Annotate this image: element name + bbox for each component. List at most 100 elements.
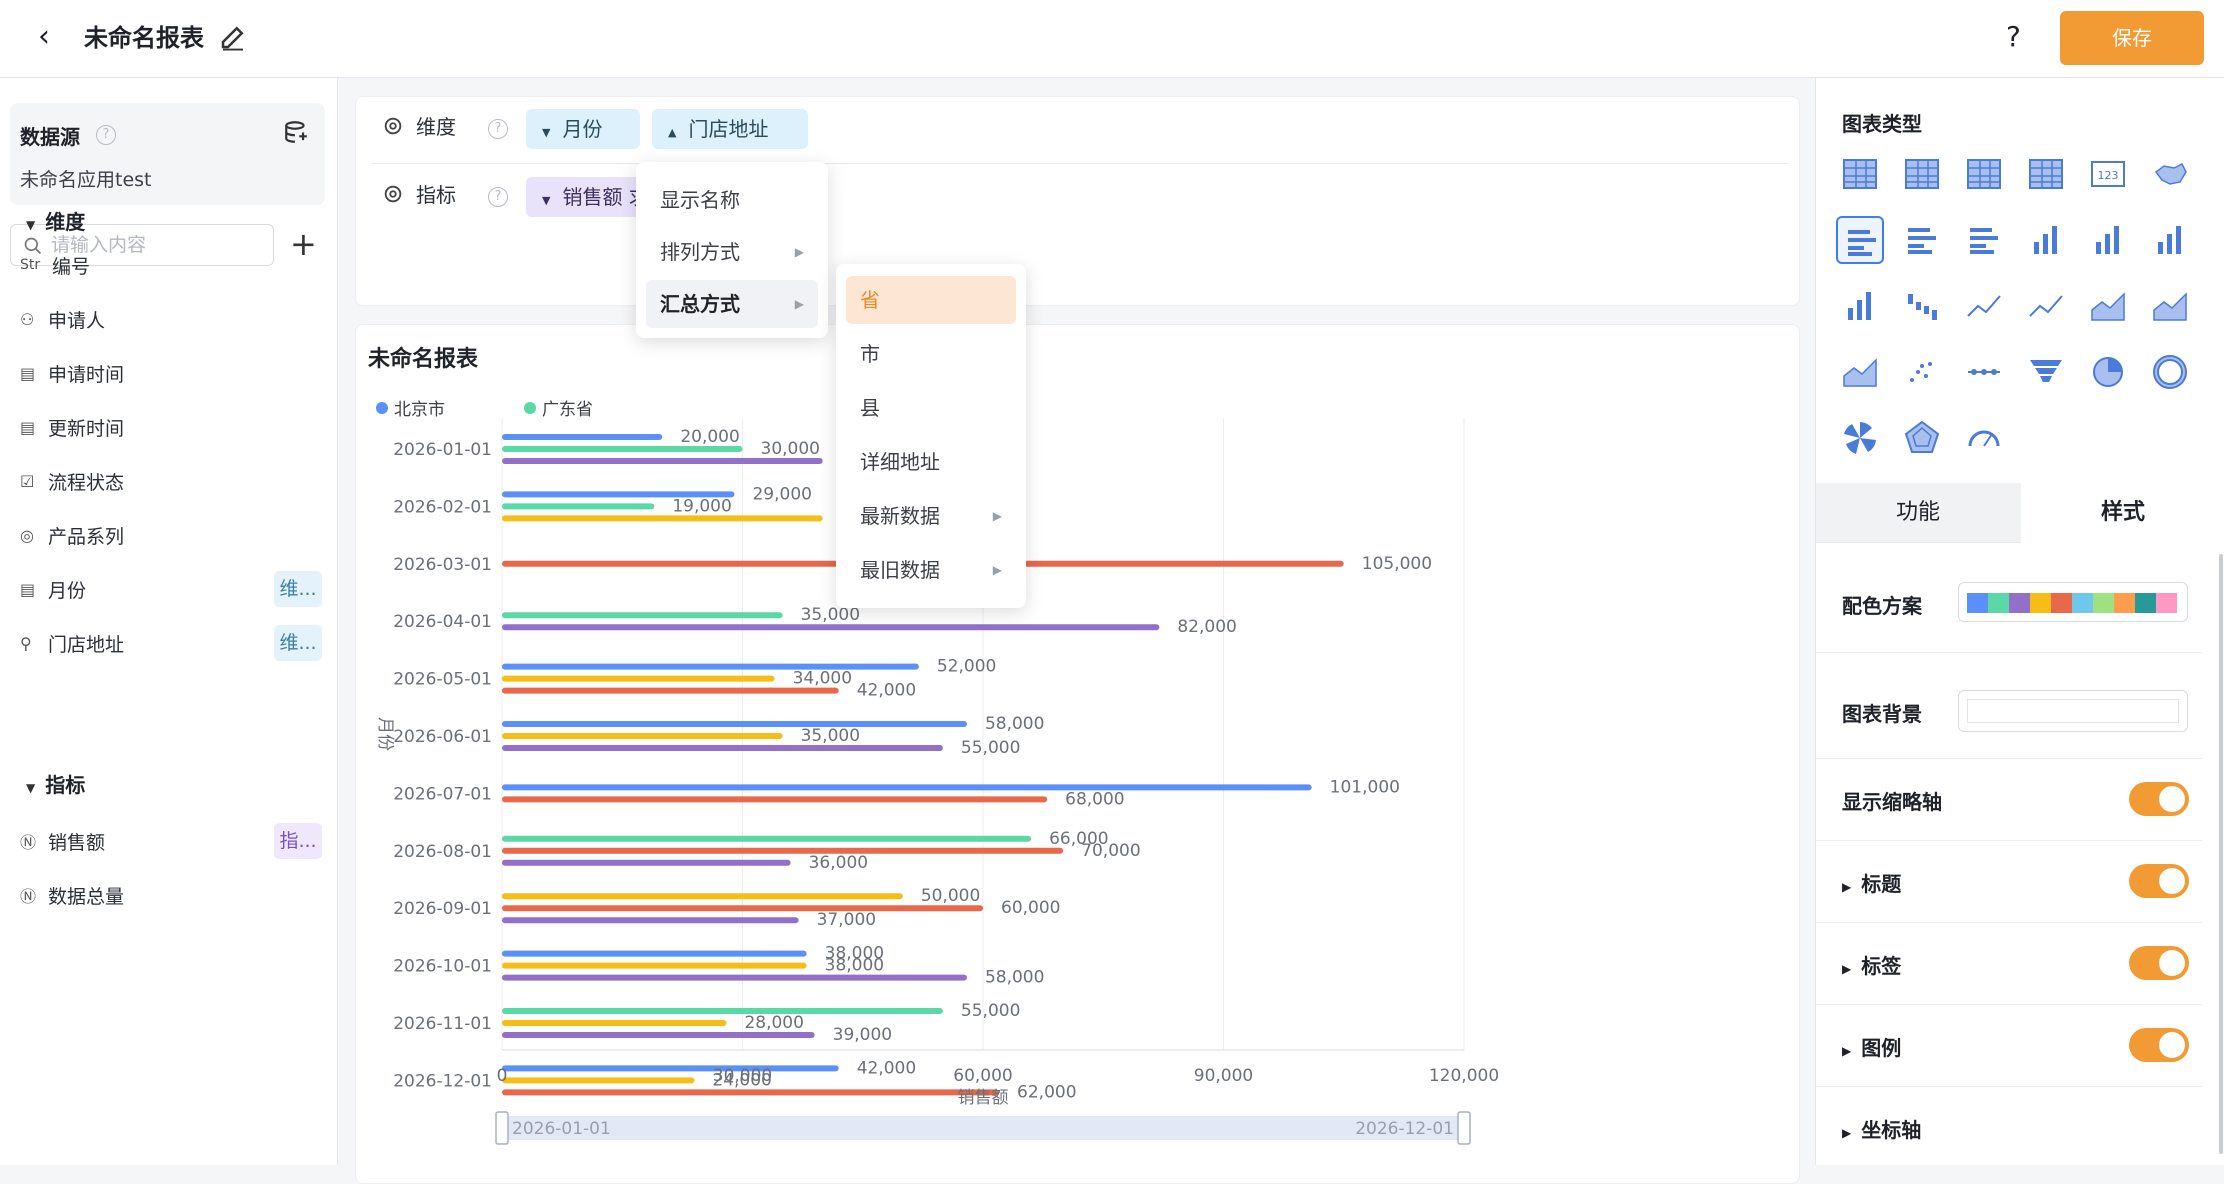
detail-table-icon[interactable] (1898, 150, 1946, 198)
card-icon[interactable] (2022, 150, 2070, 198)
bar[interactable] (502, 950, 807, 957)
menu-item-province[interactable]: 省 (846, 276, 1016, 324)
area-icon[interactable] (2084, 282, 2132, 330)
gauge-icon[interactable] (1960, 414, 2008, 462)
bar[interactable] (502, 784, 1312, 791)
pie-icon[interactable] (2084, 348, 2132, 396)
dimension-field[interactable]: ☑ 流程状态 (20, 466, 124, 496)
bar[interactable] (502, 675, 775, 682)
bar[interactable] (502, 905, 983, 912)
menu-item-detail-address[interactable]: 详细地址 (846, 438, 1016, 486)
indicator-section-header[interactable]: ▼ 指标 (26, 769, 85, 798)
bar[interactable] (502, 974, 967, 981)
rose-icon[interactable] (1836, 414, 1884, 462)
bar[interactable] (502, 1020, 727, 1026)
radar-icon[interactable] (1898, 414, 1946, 462)
bar[interactable] (502, 434, 663, 440)
bar[interactable] (502, 962, 807, 969)
bar[interactable] (502, 835, 1032, 842)
horizontal-bar-icon[interactable] (1836, 216, 1884, 264)
scatter-icon[interactable] (1898, 348, 1946, 396)
menu-item-county[interactable]: 县 (846, 384, 1016, 432)
help-icon[interactable]: ? (488, 187, 508, 207)
axis-section[interactable]: ▶ 坐标轴 (1842, 1114, 1921, 1143)
bar[interactable] (502, 847, 1064, 854)
range-slider-start-handle[interactable] (495, 1111, 509, 1145)
back-icon[interactable]: ‹ (38, 20, 72, 54)
percent-column-icon[interactable] (2146, 216, 2194, 264)
database-icon[interactable] (283, 119, 309, 145)
pivot-table-icon[interactable] (1960, 150, 2008, 198)
bar[interactable] (502, 515, 823, 522)
chart-background-input[interactable] (1958, 690, 2188, 732)
stacked-horizontal-bar-icon[interactable] (1898, 216, 1946, 264)
number-card-icon[interactable]: 123 (2084, 150, 2132, 198)
dimension-field[interactable]: ▤ 更新时间 (20, 412, 124, 442)
dimension-pill-store-address[interactable]: ▲ 门店地址 (652, 109, 808, 149)
stacked-area-icon[interactable] (2146, 282, 2194, 330)
bar[interactable] (502, 663, 919, 670)
menu-item-aggregation[interactable]: 汇总方式 ▶ (646, 280, 818, 328)
grouped-column-icon[interactable] (1836, 282, 1884, 330)
bar[interactable] (502, 796, 1048, 803)
tab-style[interactable]: 样式 (2021, 483, 2224, 543)
percent-horizontal-bar-icon[interactable] (1960, 216, 2008, 264)
tab-function[interactable]: 功能 (1816, 483, 2020, 543)
help-icon[interactable]: ? (488, 119, 508, 139)
bar[interactable] (502, 733, 783, 739)
dimension-field[interactable]: ▤ 申请时间 (20, 358, 124, 388)
bar[interactable] (502, 859, 791, 866)
label-section[interactable]: ▶ 标签 (1842, 950, 1901, 979)
menu-item-display-name[interactable]: 显示名称 (646, 176, 818, 224)
scrollbar[interactable] (2219, 554, 2223, 1154)
dimension-section-header[interactable]: ▼ 维度 (26, 206, 85, 235)
indicator-field[interactable]: Ⓝ 销售额 (20, 826, 105, 856)
label-toggle[interactable] (2129, 946, 2189, 980)
bar[interactable] (502, 721, 967, 727)
bar[interactable] (502, 893, 903, 900)
title-section[interactable]: ▶ 标题 (1842, 868, 1901, 897)
table-icon[interactable] (1836, 150, 1884, 198)
bar[interactable] (502, 917, 799, 924)
bar[interactable] (502, 446, 743, 452)
bar[interactable] (502, 687, 839, 694)
waterfall-icon[interactable] (1898, 282, 1946, 330)
bar[interactable] (502, 745, 943, 751)
menu-item-oldest-data[interactable]: 最旧数据 ▶ (846, 546, 1016, 594)
add-field-button[interactable]: + (290, 226, 317, 262)
bar[interactable] (502, 624, 1160, 631)
bar[interactable] (502, 1077, 695, 1084)
menu-item-sort[interactable]: 排列方式 ▶ (646, 228, 818, 276)
dimension-pill-month[interactable]: ▼ 月份 (526, 109, 640, 149)
percent-area-icon[interactable] (1836, 348, 1884, 396)
map-icon[interactable] (2146, 150, 2194, 198)
bar[interactable] (502, 458, 823, 464)
donut-icon[interactable] (2146, 348, 2194, 396)
bar[interactable] (502, 503, 655, 510)
range-slider-end-handle[interactable] (1457, 1111, 1471, 1145)
dimension-field[interactable]: ⚲ 门店地址 (20, 628, 124, 658)
help-icon[interactable]: ? (96, 125, 116, 145)
dimension-field[interactable]: Str 编号 (20, 250, 90, 280)
bar[interactable] (502, 1032, 815, 1038)
bar[interactable] (502, 1065, 839, 1072)
bar[interactable] (502, 1089, 1000, 1096)
column-icon[interactable] (2022, 216, 2070, 264)
dimension-field[interactable]: ▤ 月份 (20, 574, 86, 604)
title-toggle[interactable] (2129, 864, 2189, 898)
bar[interactable] (502, 1008, 943, 1014)
edit-icon[interactable] (218, 22, 248, 52)
save-button[interactable]: 保存 (2060, 11, 2204, 65)
range-slider-track[interactable] (502, 1116, 1464, 1140)
show-thumbnail-axis-toggle[interactable] (2129, 782, 2189, 816)
timeline-icon[interactable] (1960, 348, 2008, 396)
stacked-column-icon[interactable] (2084, 216, 2132, 264)
color-scheme-picker[interactable] (1958, 582, 2188, 622)
legend-section[interactable]: ▶ 图例 (1842, 1032, 1901, 1061)
menu-item-latest-data[interactable]: 最新数据 ▶ (846, 492, 1016, 540)
column-line-icon[interactable] (1960, 282, 2008, 330)
indicator-field[interactable]: Ⓝ 数据总量 (20, 880, 124, 910)
bar[interactable] (502, 612, 783, 619)
dimension-field[interactable]: ◎ 产品系列 (20, 520, 124, 550)
legend-toggle[interactable] (2129, 1028, 2189, 1062)
